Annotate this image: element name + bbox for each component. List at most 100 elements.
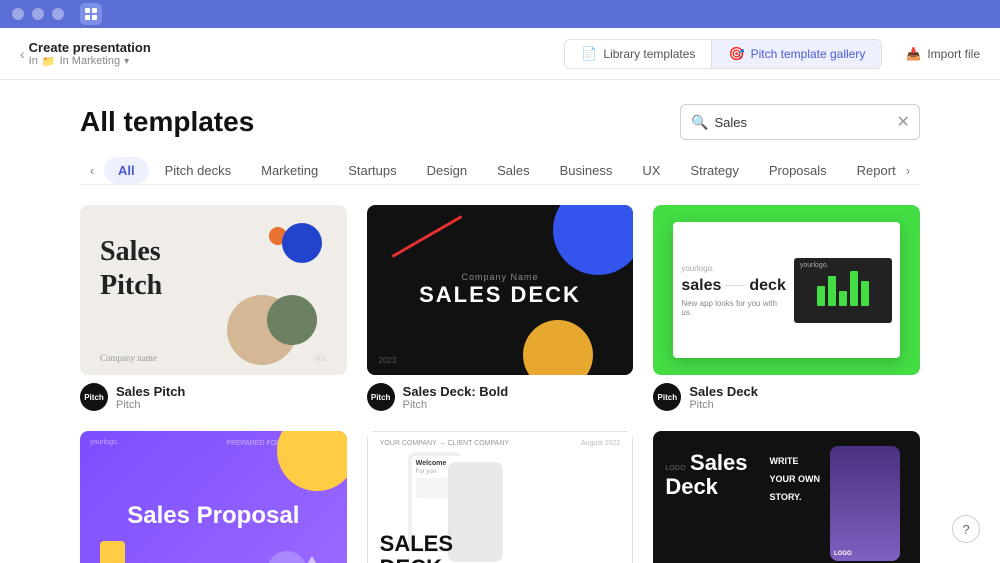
cat-tab-proposals[interactable]: Proposals (755, 157, 841, 184)
as-left-content: LOGO SalesDeck (665, 451, 747, 499)
topbar: ‹ Create presentation In 📁 In Marketing … (0, 28, 1000, 80)
card-async-sales-deck[interactable]: LOGO SalesDeck WRITEYOUR OWNSTORY. LOGO … (653, 431, 920, 563)
tab-library[interactable]: 📄 Library templates (565, 40, 711, 68)
thumb-sdg-bg: yourlogo. sales deck New app looks for y… (653, 205, 920, 375)
sdg-chart-bars (813, 270, 873, 310)
sprp-title-text: Sales Proposal (127, 502, 299, 530)
card-thumb-simple-sales: YOUR COMPANY → CLIENT COMPANY August 202… (367, 431, 634, 563)
pitch-badge-1: Pitch (80, 383, 108, 411)
card-sales-proposal[interactable]: yourlogo. PREPARED FOR ▸ Sales Proposal … (80, 431, 347, 563)
sdg-sales-text: sales (681, 277, 721, 295)
sdb-yellow-shape (523, 320, 593, 375)
sp-blue-circle (282, 223, 322, 263)
folder-icon: 📁 (42, 55, 56, 68)
sdg-logo: yourlogo. (681, 264, 786, 273)
chevron-down-icon: ▾ (124, 56, 129, 67)
sdg-deck-text: deck (749, 277, 785, 295)
bar-5 (861, 281, 869, 306)
as-logo: LOGO (665, 465, 685, 472)
thumb-sprp-bg: yourlogo. PREPARED FOR ▸ Sales Proposal (80, 431, 347, 563)
sprp-yellow-circle (277, 431, 347, 491)
bar-4 (850, 271, 858, 306)
sprp-cylinder (100, 541, 125, 563)
app-icon (80, 3, 102, 25)
back-button[interactable]: ‹ Create presentation In 📁 In Marketing … (20, 40, 151, 68)
cat-tab-startups[interactable]: Startups (334, 157, 410, 184)
card-thumb-sales-proposal: yourlogo. PREPARED FOR ▸ Sales Proposal (80, 431, 347, 563)
traffic-light-minimize[interactable] (32, 8, 44, 20)
titlebar (0, 0, 1000, 28)
cat-tab-pitch-decks[interactable]: Pitch decks (151, 157, 245, 184)
sdg-logo-sm: yourlogo. (800, 262, 829, 269)
sdb-num: 2023 (379, 356, 397, 365)
as-phone: LOGO (830, 446, 900, 561)
card-sub-1: Pitch (116, 399, 185, 411)
pitch-icon: 🎯 (728, 46, 744, 62)
sp-num: 001 (315, 354, 327, 363)
thumb-as-bg: LOGO SalesDeck WRITEYOUR OWNSTORY. LOGO … (653, 431, 920, 563)
card-name-2: Sales Deck: Bold (403, 384, 509, 399)
sp-green-ball (267, 295, 317, 345)
cat-prev-button[interactable]: ‹ (80, 156, 104, 184)
cat-tab-sales[interactable]: Sales (483, 157, 544, 184)
cat-next-button[interactable]: › (896, 156, 920, 184)
card-sales-deck-bold[interactable]: Company Name SALES DECK 2023 Pitch Sales… (367, 205, 634, 411)
cat-tabs-inner: All Pitch decks Marketing Startups Desig… (104, 157, 896, 184)
sp-company-text: Company name (100, 353, 157, 363)
card-thumb-sales-pitch: SalesPitch Company name 001 (80, 205, 347, 375)
card-info-sales-deck: Pitch Sales Deck Pitch (653, 383, 920, 411)
cat-tab-marketing[interactable]: Marketing (247, 157, 332, 184)
card-simple-sales-deck[interactable]: YOUR COMPANY → CLIENT COMPANY August 202… (367, 431, 634, 563)
search-box[interactable]: 🔍 ✕ (680, 104, 920, 140)
sdb-company-text: Company Name (461, 272, 538, 282)
card-thumb-async-sales: LOGO SalesDeck WRITEYOUR OWNSTORY. LOGO … (653, 431, 920, 563)
card-name-1: Sales Pitch (116, 384, 185, 399)
as-phone-text: LOGO (834, 551, 852, 557)
sdg-laptop-screen: yourlogo. (794, 258, 892, 323)
import-label: Import file (927, 47, 980, 61)
back-chevron-icon: ‹ (20, 46, 25, 62)
traffic-light-close[interactable] (12, 8, 24, 20)
card-sub-2: Pitch (403, 399, 509, 411)
sdb-title-text: SALES DECK (419, 282, 581, 308)
page-title: All templates (80, 106, 254, 138)
pitch-badge-2: Pitch (367, 383, 395, 411)
sprp-num: yourlogo. (90, 439, 119, 446)
cat-tab-design[interactable]: Design (413, 157, 481, 184)
sdg-right: yourlogo. (794, 258, 892, 323)
cat-tab-all[interactable]: All (104, 157, 149, 184)
search-input[interactable] (714, 115, 890, 130)
ss-deck-title: SALESDECK (380, 532, 453, 563)
card-text-1: Sales Pitch Pitch (116, 384, 185, 411)
card-sales-deck[interactable]: yourlogo. sales deck New app looks for y… (653, 205, 920, 411)
cat-tab-strategy[interactable]: Strategy (676, 157, 752, 184)
sdb-blue-shape (553, 205, 633, 275)
sprp-triangle (297, 556, 327, 563)
cat-tab-reports[interactable]: Reports (843, 157, 896, 184)
breadcrumb: In 📁 In Marketing ▾ (29, 55, 151, 68)
cat-tab-business[interactable]: Business (546, 157, 627, 184)
as-write-text: WRITEYOUR OWNSTORY. (769, 456, 820, 502)
cat-tab-ux[interactable]: UX (628, 157, 674, 184)
cards-grid: SalesPitch Company name 001 Pitch Sales … (80, 205, 920, 563)
library-icon: 📄 (581, 46, 597, 62)
tab-pitch-label: Pitch template gallery (751, 47, 866, 61)
in-label: In (29, 55, 38, 67)
card-thumb-sales-deck: yourlogo. sales deck New app looks for y… (653, 205, 920, 375)
card-sales-pitch[interactable]: SalesPitch Company name 001 Pitch Sales … (80, 205, 347, 411)
ss-header: YOUR COMPANY → CLIENT COMPANY (380, 440, 509, 447)
ss-company-text: YOUR COMPANY → CLIENT COMPANY (380, 440, 509, 447)
help-button[interactable]: ? (952, 515, 980, 543)
tab-pitch-gallery[interactable]: 🎯 Pitch template gallery (711, 40, 881, 68)
create-title: Create presentation (29, 40, 151, 55)
thumb-sdb-bg: Company Name SALES DECK 2023 (367, 205, 634, 375)
bar-1 (817, 286, 825, 306)
ss-date-text: August 2022 (581, 440, 620, 447)
traffic-light-maximize[interactable] (52, 8, 64, 20)
search-clear-icon[interactable]: ✕ (896, 112, 909, 132)
header-row: All templates 🔍 ✕ (80, 80, 920, 156)
card-text-3: Sales Deck Pitch (689, 384, 758, 411)
thumb-ss-bg: YOUR COMPANY → CLIENT COMPANY August 202… (367, 431, 634, 563)
sp-title-text: SalesPitch (100, 235, 162, 302)
import-button[interactable]: 📥 Import file (906, 47, 980, 61)
